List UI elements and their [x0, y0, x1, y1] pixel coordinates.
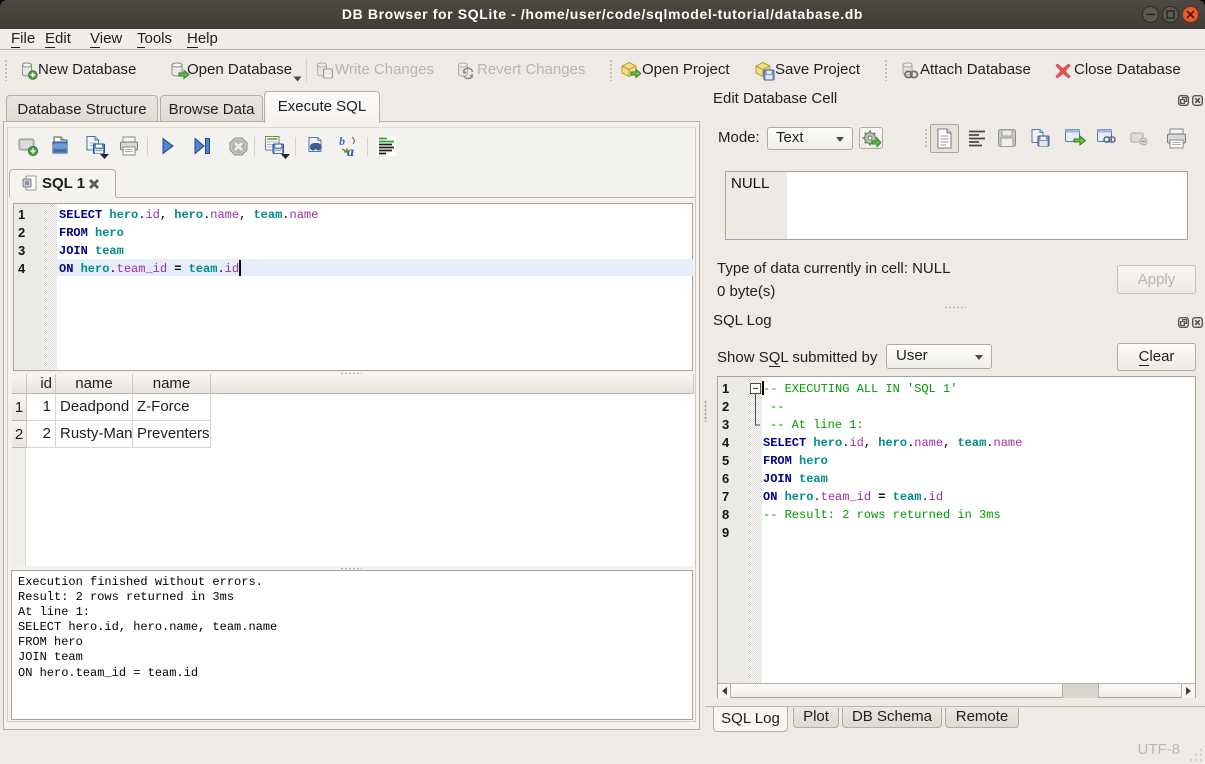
- svg-text:b: b: [339, 135, 345, 148]
